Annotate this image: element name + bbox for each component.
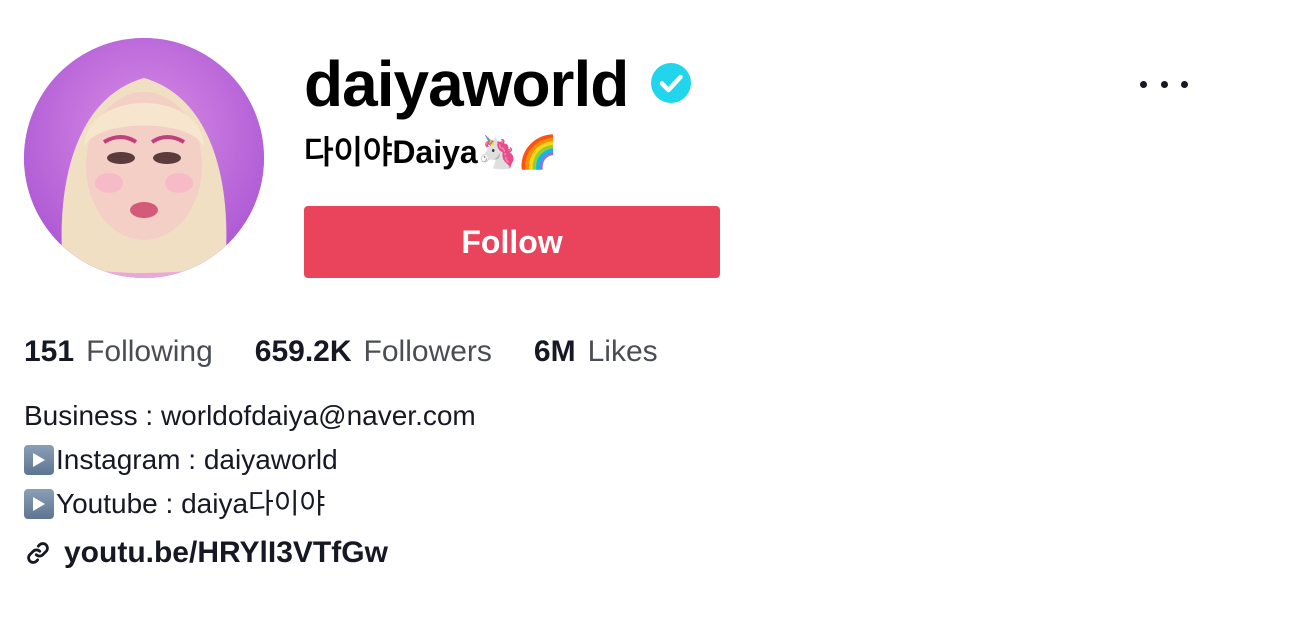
bio-instagram-text: Instagram : daiyaworld xyxy=(56,444,338,475)
following-label: Following xyxy=(86,335,213,368)
more-dot xyxy=(1140,80,1147,88)
profile-link-text: youtu.be/HRYlI3VTfGw xyxy=(64,536,388,569)
more-dot xyxy=(1160,80,1168,88)
likes-count: 6M xyxy=(533,335,576,368)
profile-username: daiyaworld xyxy=(304,48,629,120)
profile-avatar[interactable] xyxy=(24,38,264,278)
profile-stats: 151 Following 659.2K Followers 6M Likes xyxy=(24,330,700,374)
followers-count: 659.2K xyxy=(254,335,352,368)
link-icon xyxy=(27,542,49,564)
play-button-icon xyxy=(24,489,54,519)
followers-label: Followers xyxy=(363,335,492,368)
verified-badge-icon xyxy=(651,63,691,103)
bio-youtube-text: Youtube : daiya다이야 xyxy=(56,488,326,519)
profile-bio: Business : worldofdaiya@naver.com Instag… xyxy=(24,394,476,526)
bio-youtube-line: Youtube : daiya다이야 xyxy=(24,482,476,526)
likes-stat: 6M Likes xyxy=(534,330,658,374)
bio-business-text: Business : worldofdaiya@naver.com xyxy=(24,400,476,431)
following-count: 151 xyxy=(24,335,75,368)
more-dot xyxy=(1181,80,1188,88)
more-options-icon[interactable] xyxy=(1140,66,1188,102)
bio-business-line: Business : worldofdaiya@naver.com xyxy=(24,394,476,438)
play-button-icon xyxy=(24,445,54,475)
following-stat[interactable]: 151 Following xyxy=(24,330,213,374)
likes-label: Likes xyxy=(587,335,658,368)
profile-link[interactable]: youtu.be/HRYlI3VTfGw xyxy=(24,536,388,570)
profile-nickname: 다이야Daiya🦄🌈 xyxy=(304,134,558,170)
follow-button[interactable]: Follow xyxy=(304,206,720,278)
bio-instagram-line: Instagram : daiyaworld xyxy=(24,438,476,482)
followers-stat[interactable]: 659.2K Followers xyxy=(255,330,492,374)
